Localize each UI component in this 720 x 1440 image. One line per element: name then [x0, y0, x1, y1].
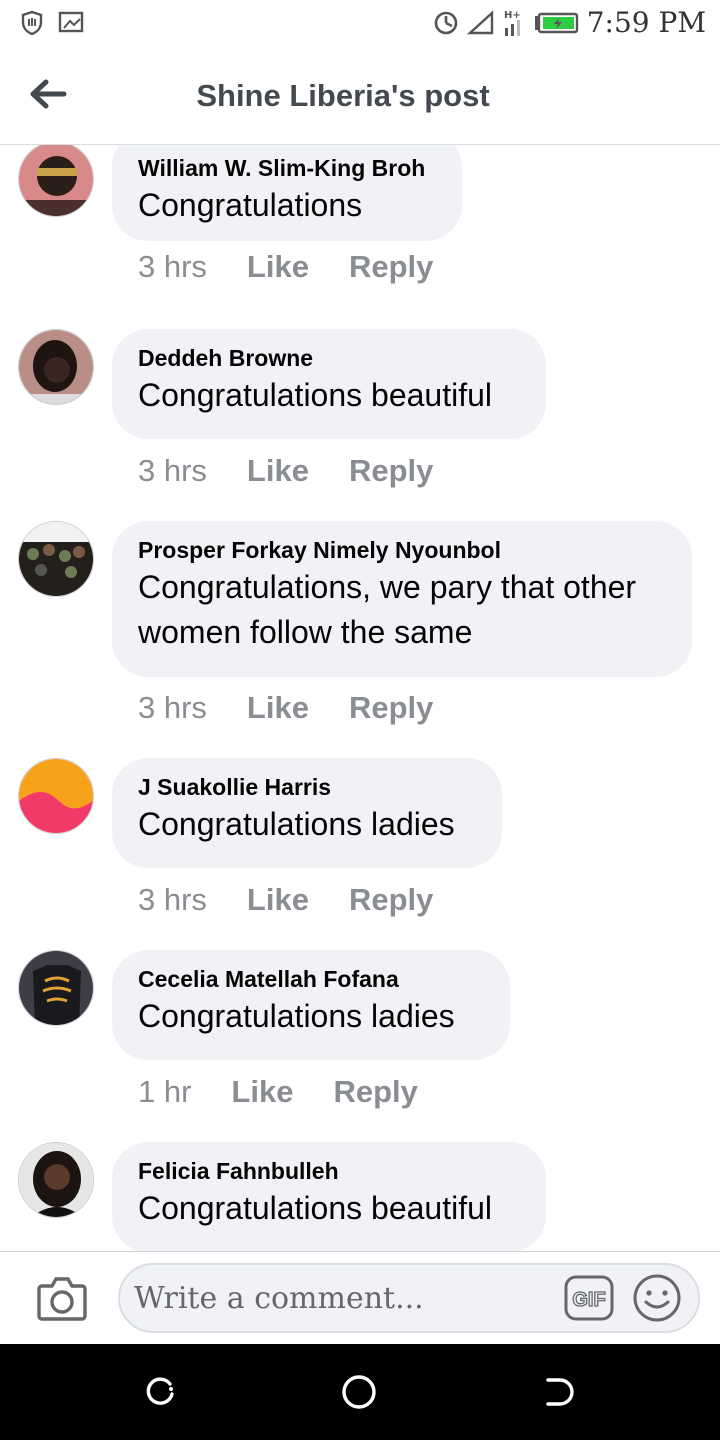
comment-author[interactable]: Cecelia Matellah Fofana	[138, 964, 484, 994]
network-type-icon: H+	[503, 8, 525, 38]
page-title: Shine Liberia's post	[196, 78, 490, 113]
avatar[interactable]	[18, 145, 94, 217]
reply-button[interactable]: Reply	[349, 690, 433, 726]
comment-actions: 3 hrs Like Reply	[138, 882, 433, 918]
status-time: 7:59 PM	[586, 6, 706, 39]
like-button[interactable]: Like	[247, 882, 309, 918]
comment-bubble[interactable]: Cecelia Matellah Fofana Congratulations …	[112, 950, 510, 1060]
reply-button[interactable]: Reply	[349, 882, 433, 918]
comment-text: Congratulations beautiful	[138, 1190, 493, 1226]
comment-actions: 3 hrs Like Reply	[138, 249, 433, 285]
comment-bubble[interactable]: Deddeh Browne Congratulations beautiful	[112, 329, 546, 439]
avatar[interactable]	[18, 329, 94, 405]
data-saver-icon	[433, 10, 459, 36]
camera-button[interactable]	[36, 1274, 88, 1322]
comment-text: women follow the same	[138, 614, 473, 650]
comment-text: Congratulations ladies	[138, 998, 455, 1034]
comment-actions: 1 hr Like Reply	[138, 1074, 418, 1110]
comment-bubble[interactable]: Prosper Forkay Nimely Nyounbol Congratul…	[112, 521, 692, 677]
like-button[interactable]: Like	[247, 690, 309, 726]
back-icon	[540, 1378, 576, 1414]
comment-text: Congratulations beautiful	[138, 377, 493, 413]
emoji-button[interactable]	[632, 1273, 682, 1323]
status-bar: H+ 7:59 PM	[0, 0, 720, 48]
comment-author[interactable]: J Suakollie Harris	[138, 772, 476, 802]
comment-time[interactable]: 3 hrs	[138, 249, 207, 285]
back-nav-button[interactable]	[540, 1374, 576, 1410]
comment-bubble[interactable]: William W. Slim-King Broh Congratulation…	[112, 145, 462, 241]
status-left-icons	[20, 10, 84, 36]
recent-apps-button[interactable]	[142, 1374, 178, 1410]
comment-author[interactable]: Felicia Fahnbulleh	[138, 1156, 520, 1186]
comment-input[interactable]: Write a comment... GIF	[118, 1263, 700, 1333]
image-icon	[58, 10, 84, 36]
battery-icon	[533, 12, 579, 34]
comment-author[interactable]: William W. Slim-King Broh	[138, 153, 436, 183]
avatar[interactable]	[18, 950, 94, 1026]
shield-icon	[20, 10, 44, 36]
system-nav-bar	[0, 1344, 720, 1440]
comment-time[interactable]: 3 hrs	[138, 453, 207, 489]
camera-icon	[36, 1277, 88, 1326]
comment-time[interactable]: 1 hr	[138, 1074, 191, 1110]
comment-author[interactable]: Prosper Forkay Nimely Nyounbol	[138, 535, 666, 565]
comment-bubble[interactable]: J Suakollie Harris Congratulations ladie…	[112, 758, 502, 868]
avatar[interactable]	[18, 521, 94, 597]
comment-actions: 3 hrs Like Reply	[138, 453, 433, 489]
comment-bubble[interactable]: Felicia Fahnbulleh Congratulations beaut…	[112, 1142, 546, 1251]
avatar[interactable]	[18, 1142, 94, 1218]
home-button[interactable]	[341, 1374, 377, 1410]
comment-actions: 3 hrs Like Reply	[138, 690, 433, 726]
like-button[interactable]: Like	[247, 453, 309, 489]
comment-author[interactable]: Deddeh Browne	[138, 343, 520, 373]
gif-button[interactable]: GIF	[564, 1275, 614, 1321]
comment-time[interactable]: 3 hrs	[138, 690, 207, 726]
comments-list[interactable]: William W. Slim-King Broh Congratulation…	[0, 145, 720, 1251]
comment-text: Congratulations ladies	[138, 806, 455, 842]
like-button[interactable]: Like	[231, 1074, 293, 1110]
home-icon	[341, 1375, 377, 1414]
avatar[interactable]	[18, 758, 94, 834]
gif-label: GIF	[572, 1289, 605, 1311]
comment-text: Congratulations, we pary that other	[138, 569, 637, 605]
status-right-icons: H+ 7:59 PM	[433, 6, 706, 39]
comment-text: Congratulations	[138, 187, 363, 223]
reply-button[interactable]: Reply	[333, 1074, 417, 1110]
recent-apps-icon	[142, 1377, 178, 1414]
reply-button[interactable]: Reply	[349, 453, 433, 489]
comment-time[interactable]: 3 hrs	[138, 882, 207, 918]
comment-composer: Write a comment... GIF	[0, 1251, 720, 1345]
app-header: Shine Liberia's post	[0, 48, 720, 145]
smiley-icon	[632, 1274, 682, 1327]
reply-button[interactable]: Reply	[349, 249, 433, 285]
signal-icon	[466, 9, 495, 36]
comment-placeholder: Write a comment...	[134, 1281, 424, 1316]
like-button[interactable]: Like	[247, 249, 309, 285]
network-type-label: H+	[504, 10, 521, 21]
